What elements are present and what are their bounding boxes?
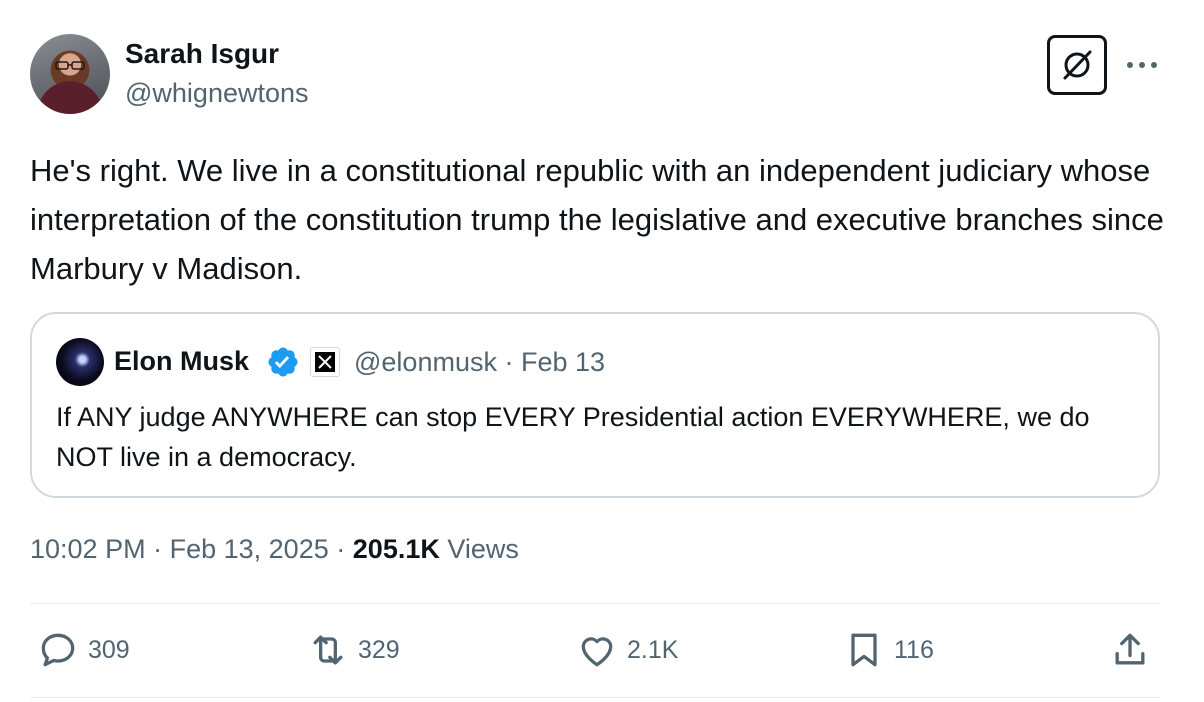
tweet-meta: 10:02 PM · Feb 13, 2025 · 205.1K Views [30,534,519,565]
like-count: 2.1K [627,635,679,664]
grok-button[interactable] [1047,35,1107,95]
reply-button[interactable]: 309 [36,628,130,672]
author-name[interactable]: Sarah Isgur [125,38,279,70]
bookmark-icon [851,633,877,667]
glasses-detail [55,61,85,70]
more-icon [1127,62,1157,68]
tweet-text: He's right. We live in a constitutional … [30,153,1164,286]
heart-icon [581,637,613,667]
views-label: Views [447,534,519,564]
x-logo-icon [315,352,335,372]
avatar[interactable] [30,34,110,114]
divider [30,697,1160,698]
more-button[interactable] [1124,50,1160,80]
like-button[interactable]: 2.1K [575,628,678,672]
tweet-date[interactable]: Feb 13, 2025 [170,534,329,564]
quoted-handle[interactable]: @elonmusk [354,347,497,377]
meta-separator: · [153,534,163,564]
x-affiliate-badge [310,347,340,377]
grok-icon [1063,50,1092,80]
quoted-author-name[interactable]: Elon Musk [114,346,249,377]
quoted-text: If ANY judge ANYWHERE can stop EVERY Pre… [56,402,1090,472]
tweet-time[interactable]: 10:02 PM [30,534,146,564]
divider [30,603,1160,604]
quoted-avatar[interactable] [56,338,104,386]
repost-count: 329 [358,635,400,664]
author-handle[interactable]: @whignewtons [125,78,309,109]
repost-button[interactable]: 329 [306,628,400,672]
share-icon [1115,633,1145,665]
verified-badge-icon [268,347,298,377]
bookmark-button[interactable]: 116 [842,628,934,672]
quoted-separator: · [504,347,514,377]
meta-separator: · [336,534,346,564]
quoted-tweet[interactable]: Elon Musk @elonmusk · Feb 13 If ANY judg… [30,312,1160,498]
share-button[interactable] [1108,628,1152,672]
views-count[interactable]: 205.1K [353,534,440,564]
quoted-meta: @elonmusk · Feb 13 [354,347,605,378]
reply-icon [41,633,75,667]
reply-count: 309 [88,635,130,664]
bookmark-count: 116 [894,635,934,664]
repost-icon [313,635,343,665]
quoted-date[interactable]: Feb 13 [521,347,605,377]
